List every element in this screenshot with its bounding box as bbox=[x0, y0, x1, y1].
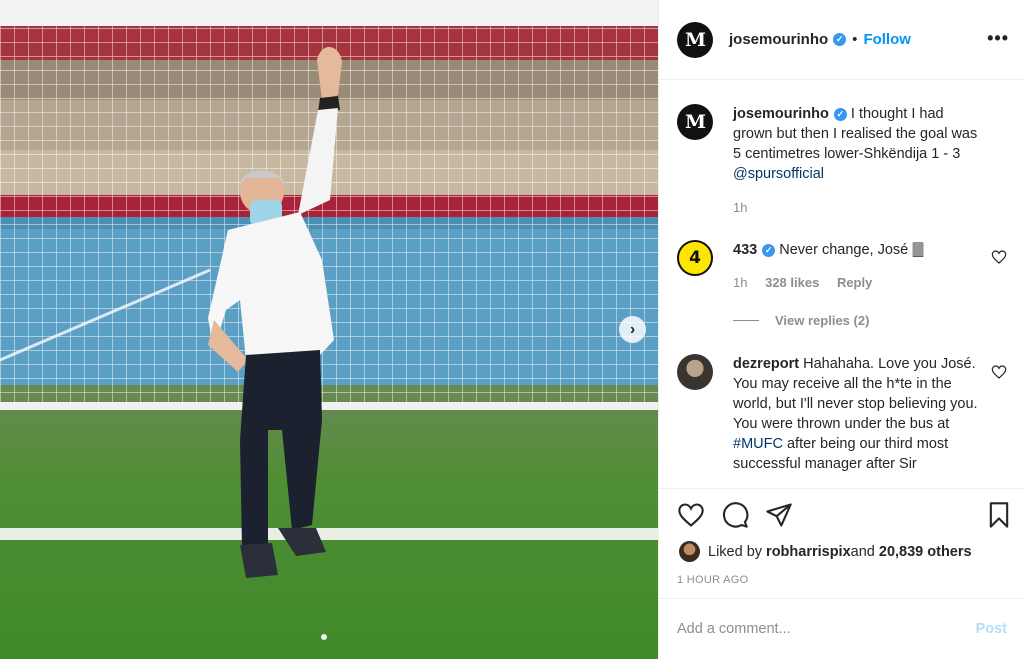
caption-time: 1h bbox=[733, 200, 748, 215]
photo-illustration bbox=[0, 0, 658, 659]
post-photo[interactable]: › bbox=[0, 0, 658, 659]
liker-avatar[interactable] bbox=[679, 541, 700, 562]
comment-like-heart-icon[interactable] bbox=[991, 249, 1007, 265]
verified-badge-icon: ✓ bbox=[833, 108, 847, 121]
comment-text: 433 ✓ Never change, José 🀫 bbox=[733, 242, 924, 258]
carousel-indicator-dot bbox=[321, 634, 327, 640]
post-actions: Liked by robharrispix and 20,839 others … bbox=[659, 488, 1024, 598]
share-send-icon[interactable] bbox=[765, 501, 793, 529]
caption-text: josemourinho ✓ I thought I had grown but … bbox=[733, 106, 978, 182]
commenter-avatar[interactable] bbox=[677, 354, 713, 390]
commenter-username[interactable]: 433 bbox=[733, 242, 757, 258]
verified-badge-icon: ✓ bbox=[833, 33, 847, 46]
more-options-icon[interactable]: ••• bbox=[987, 28, 1009, 49]
add-comment-bar: Post bbox=[659, 598, 1024, 659]
comment-time: 1h bbox=[733, 275, 748, 290]
comment-meta: 1h 328 likes Reply bbox=[733, 275, 886, 290]
separator-dot: • bbox=[852, 31, 858, 48]
save-bookmark-icon[interactable] bbox=[985, 501, 1013, 529]
post-side-panel: M josemourinho ✓ • Follow ••• M josemour… bbox=[658, 0, 1024, 659]
liker-username[interactable]: robharrispix bbox=[766, 544, 851, 560]
comment-likes[interactable]: 328 likes bbox=[765, 275, 819, 290]
author-avatar[interactable]: M bbox=[677, 21, 713, 58]
comment-bubble-icon[interactable] bbox=[721, 501, 749, 529]
caption-author-avatar[interactable]: M bbox=[677, 104, 713, 140]
comments-list[interactable]: M josemourinho ✓ I thought I had grown bu… bbox=[659, 80, 1024, 488]
commenter-avatar[interactable]: 4 bbox=[677, 240, 713, 276]
post-time: 1 HOUR AGO bbox=[677, 574, 749, 586]
commenter-username[interactable]: dezreport bbox=[733, 356, 799, 372]
like-heart-icon[interactable] bbox=[677, 501, 705, 529]
hashtag-link[interactable]: #MUFC bbox=[733, 436, 783, 452]
author-username[interactable]: josemourinho bbox=[729, 31, 828, 48]
follow-button[interactable]: Follow bbox=[863, 31, 911, 48]
carousel-next-button[interactable]: › bbox=[619, 316, 646, 343]
comment-like-heart-icon[interactable] bbox=[991, 364, 1007, 380]
replies-line bbox=[733, 320, 759, 321]
mention-link[interactable]: @spursofficial bbox=[733, 166, 824, 182]
post-header: M josemourinho ✓ • Follow ••• bbox=[659, 0, 1024, 80]
caption-meta: 1h bbox=[733, 200, 761, 215]
likes-summary: Liked by robharrispix and 20,839 others bbox=[679, 541, 972, 562]
view-replies-button[interactable]: View replies (2) bbox=[733, 313, 869, 328]
post-comment-button[interactable]: Post bbox=[976, 621, 1007, 637]
verified-badge-icon: ✓ bbox=[762, 244, 776, 257]
chevron-right-icon: › bbox=[629, 320, 636, 338]
comment-input[interactable] bbox=[677, 621, 976, 637]
likes-count[interactable]: 20,839 others bbox=[879, 544, 972, 560]
reply-button[interactable]: Reply bbox=[837, 275, 872, 290]
comment-text: dezreport Hahahaha. Love you José. You m… bbox=[733, 356, 978, 472]
caption-username[interactable]: josemourinho bbox=[733, 106, 829, 122]
